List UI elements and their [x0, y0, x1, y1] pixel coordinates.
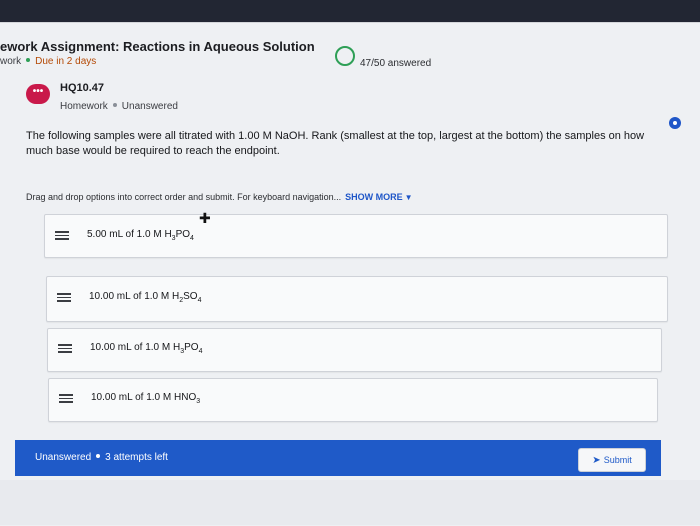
drag-option-4[interactable]: 10.00 mL of 1.0 M HNO3: [48, 378, 658, 422]
drag-handle-icon[interactable]: [55, 231, 69, 241]
more-options-badge[interactable]: •••: [26, 84, 50, 104]
send-icon: ➤: [592, 455, 601, 466]
answer-status: Unanswered: [35, 452, 92, 463]
attempts-left: 3 attempts left: [105, 452, 168, 463]
drag-option-1[interactable]: 5.00 mL of 1.0 M H3PO4: [44, 214, 668, 258]
drag-handle-icon[interactable]: [58, 344, 72, 354]
browser-top-bar: [0, 0, 700, 24]
question-status: Unanswered: [121, 101, 178, 112]
separator-dot: [112, 103, 117, 107]
option-label: 10.00 mL of 1.0 M H3PO4: [90, 342, 203, 355]
footer-status: Unanswered 3 attempts left: [35, 452, 168, 463]
separator-dot: [26, 58, 31, 62]
drag-option-3[interactable]: 10.00 mL of 1.0 M H3PO4: [47, 328, 662, 372]
option-label: 10.00 mL of 1.0 M H2SO4: [89, 291, 202, 304]
show-more-link[interactable]: SHOW MORE: [345, 192, 403, 202]
submit-button[interactable]: ➤ Submit: [578, 448, 646, 472]
question-prompt: The following samples were all titrated …: [26, 130, 645, 157]
drag-handle-icon[interactable]: [57, 293, 71, 303]
progress-text: 47/50 answered: [360, 58, 432, 69]
option-label: 10.00 mL of 1.0 M HNO3: [91, 392, 201, 405]
submit-label: Submit: [603, 455, 632, 465]
separator-dot: [96, 454, 101, 458]
assignment-subheader: work Due in 2 days: [0, 56, 96, 67]
question-category: Homework: [60, 101, 108, 112]
drag-option-2[interactable]: 10.00 mL of 1.0 M H2SO4: [46, 276, 668, 322]
chevron-down-icon[interactable]: ▼: [405, 193, 413, 202]
progress-ring-icon: [335, 46, 355, 66]
assignment-type: work: [0, 56, 22, 67]
drag-instructions: Drag and drop options into correct order…: [26, 192, 413, 202]
move-cursor-icon: ✚: [199, 210, 211, 226]
instructions-text: Drag and drop options into correct order…: [26, 192, 342, 202]
drag-handle-icon[interactable]: [59, 394, 73, 404]
due-date: Due in 2 days: [35, 56, 97, 67]
info-icon[interactable]: [669, 117, 681, 129]
question-id: HQ10.47: [60, 82, 105, 94]
answer-footer: Unanswered 3 attempts left: [15, 440, 661, 476]
option-label: 5.00 mL of 1.0 M H3PO4: [87, 229, 194, 242]
assignment-title: ework Assignment: Reactions in Aqueous S…: [0, 39, 315, 54]
question-meta: Homework Unanswered: [60, 101, 178, 112]
page-bottom-area: [0, 480, 700, 525]
